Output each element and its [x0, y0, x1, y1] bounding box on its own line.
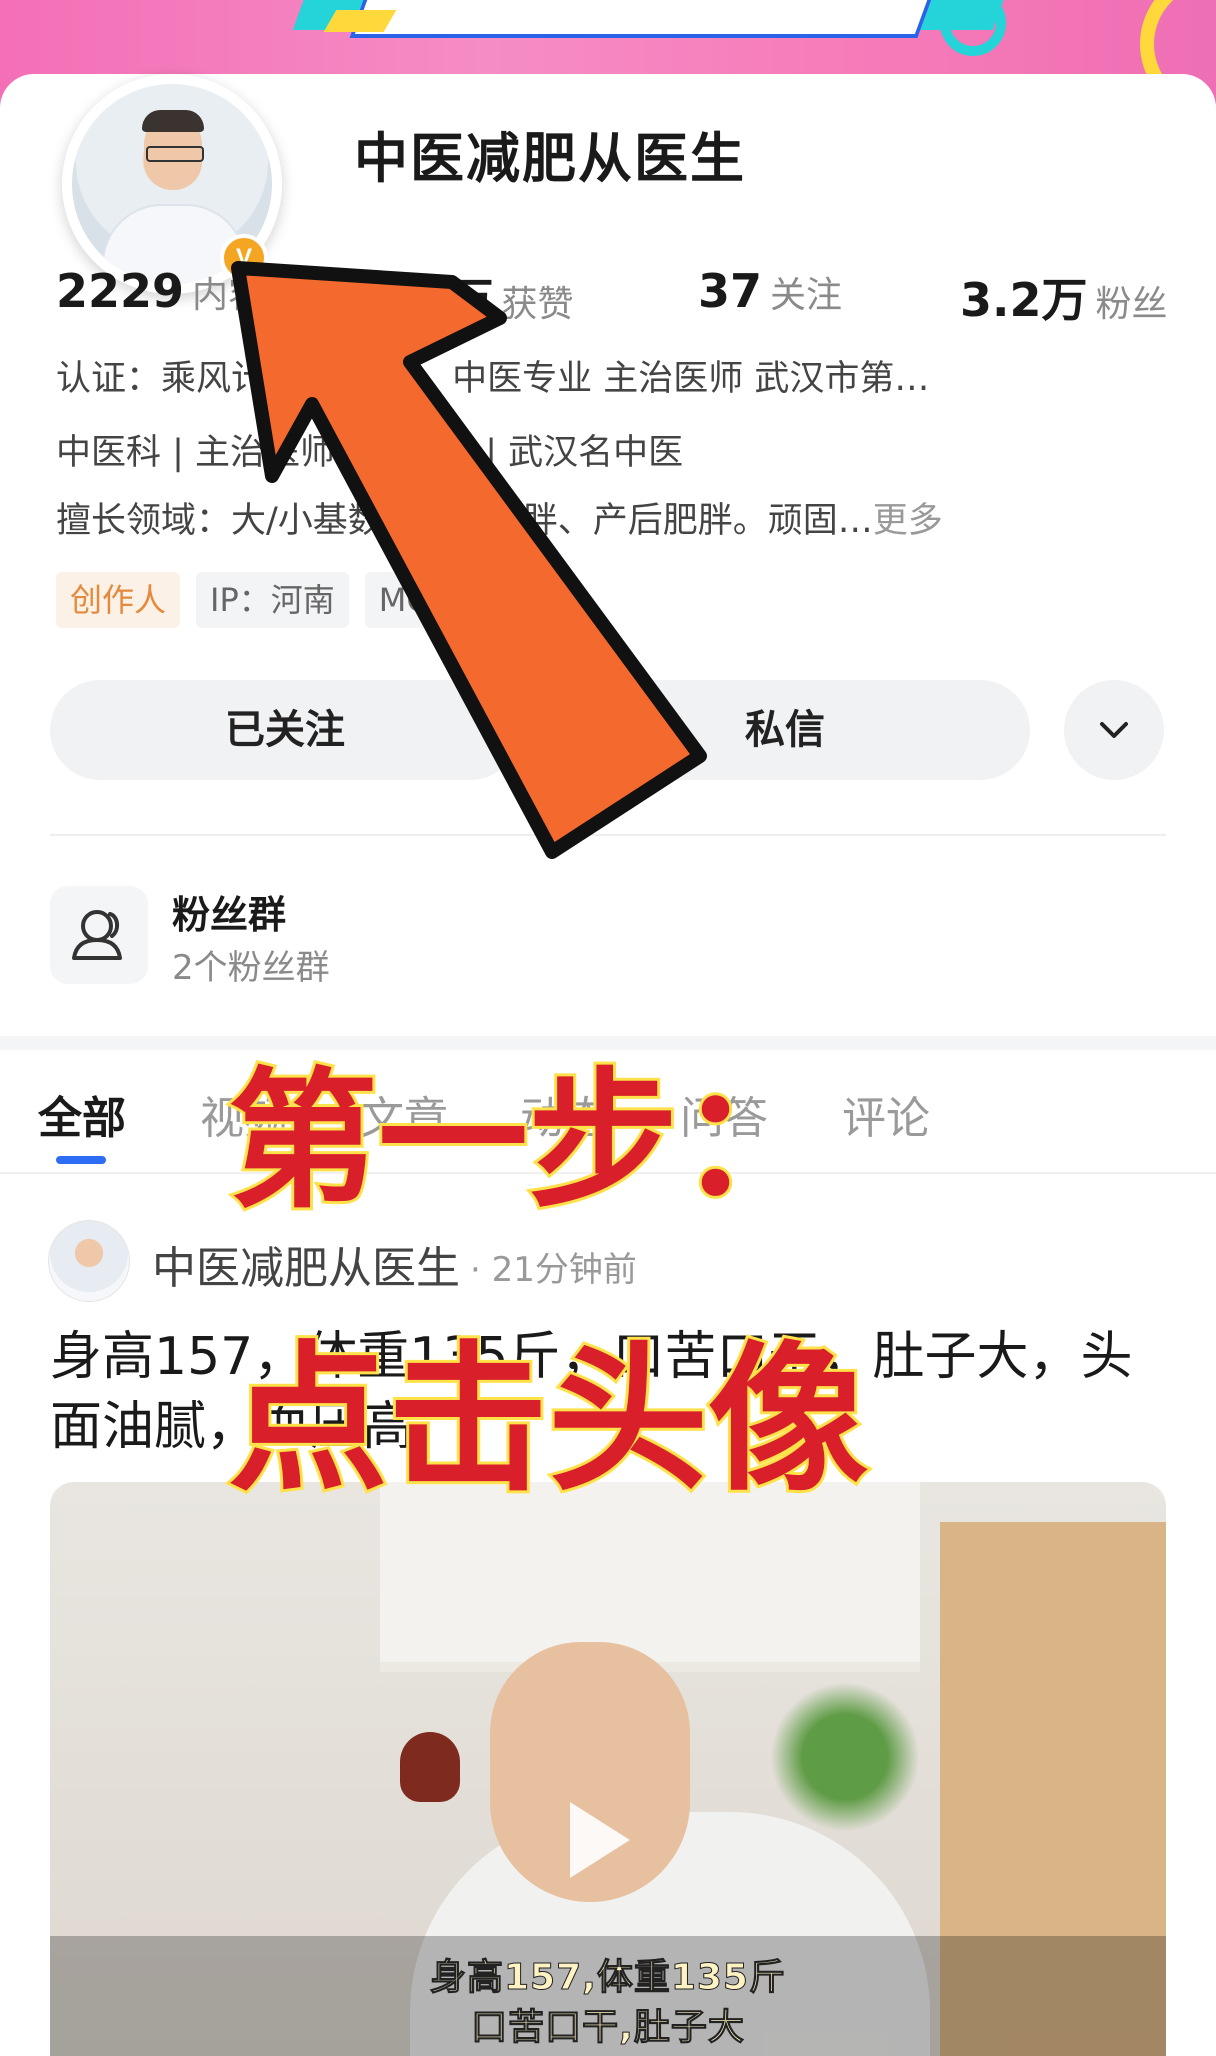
stat-label: 关注 — [770, 275, 843, 316]
play-icon[interactable] — [570, 1802, 630, 1878]
users-icon — [72, 910, 122, 960]
certification-text: 认证：乘风计划 从泽伟，中医专业 主治医师 武汉市第… — [56, 359, 930, 399]
more-options-button[interactable] — [1064, 680, 1164, 780]
profile-tags: 创作人 IP：河南 MCN — [56, 572, 483, 628]
banner-decoration — [940, 0, 1006, 56]
tutorial-step-label: 第一步： — [225, 1052, 831, 1232]
tag-mcn[interactable]: MCN — [364, 572, 467, 628]
banner-decoration — [323, 10, 397, 32]
fan-group-title[interactable]: 粉丝群 — [172, 884, 286, 939]
stat-value: 37 — [698, 264, 763, 318]
tab-comments[interactable]: 评论 — [842, 1082, 930, 1146]
tag-creator[interactable]: 创作人 — [56, 572, 181, 628]
stat-value: 9.3万 — [366, 273, 494, 327]
followed-button[interactable]: 已关注 — [50, 680, 520, 780]
stat-value: 2229 — [56, 264, 185, 318]
section-divider — [50, 834, 1166, 836]
stat-content[interactable]: 2229 内容 — [56, 264, 264, 318]
chevron-down-icon — [1100, 722, 1128, 738]
expertise-text: 擅长领域：大/小基数单纯性肥胖、产后肥胖。顽固…更多 — [56, 492, 943, 543]
post-author-avatar[interactable] — [48, 1220, 130, 1302]
profile-avatar[interactable]: V — [62, 74, 282, 294]
stat-followers[interactable]: 3.2万 粉丝 — [960, 264, 1168, 330]
tab-all[interactable]: 全部 — [38, 1082, 126, 1146]
tutorial-action-label: 点击头像 — [225, 1323, 871, 1516]
post-video-thumbnail[interactable]: 身高157,体重135斤 口苦口干,肚子大 — [50, 1482, 1166, 2056]
banner-decoration — [349, 0, 939, 38]
post-author-name[interactable]: 中医减肥从医生 — [152, 1232, 460, 1296]
video-caption-line2: 口苦口干,肚子大 — [471, 2007, 745, 2049]
profile-name: 中医减肥从医生 — [354, 127, 746, 190]
stat-value: 3.2万 — [960, 273, 1088, 327]
profile-stats: 2229 内容 9.3万 获赞 37 关注 3.2万 粉丝 — [56, 264, 1168, 334]
stat-label: 内容 — [192, 275, 265, 316]
active-tab-indicator — [56, 1156, 106, 1164]
message-button[interactable]: 私信 — [540, 680, 1030, 780]
tag-ip: IP：河南 — [196, 572, 349, 628]
stat-label: 获赞 — [501, 284, 574, 325]
stat-following[interactable]: 37 关注 — [698, 264, 842, 318]
stat-label: 粉丝 — [1095, 284, 1168, 325]
expertise-body: 擅长领域：大/小基数单纯性肥胖、产后肥胖。顽固… — [56, 501, 873, 541]
fan-group-icon[interactable] — [50, 886, 148, 984]
title-text: 中医科 | 主治医师 | 三级甲 | 武汉名中医 — [56, 433, 684, 473]
more-link[interactable]: 更多 — [873, 501, 943, 541]
stat-likes[interactable]: 9.3万 获赞 — [366, 264, 574, 330]
video-caption-line1: 身高157,体重135斤 — [430, 1957, 786, 1999]
post-timestamp: · 21分钟前 — [470, 1250, 637, 1290]
fan-group-count: 2个粉丝群 — [172, 948, 330, 988]
